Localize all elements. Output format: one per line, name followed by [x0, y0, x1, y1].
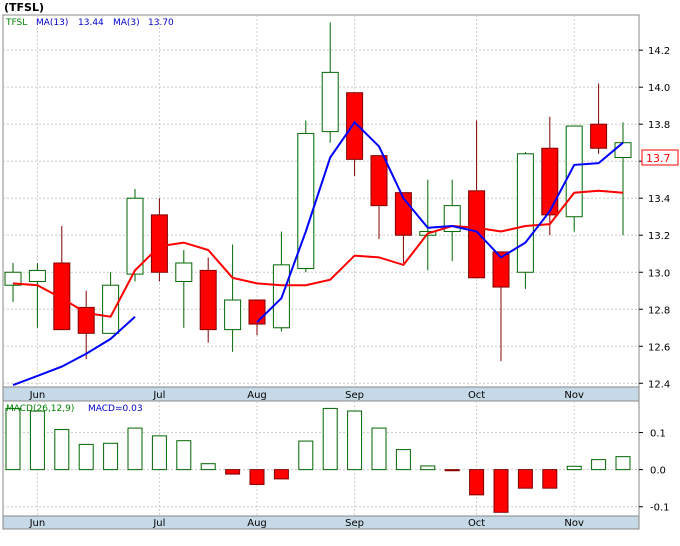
macd-title: MACD(26,12,9): [6, 404, 74, 414]
stock-chart: 12.412.612.813.013.213.413.613.814.014.2…: [0, 0, 680, 546]
macd-y-tick-label: 0.1: [650, 429, 666, 440]
candle-body: [565, 125, 583, 218]
macd-bar: [347, 410, 363, 471]
macd-bar: [420, 465, 436, 471]
macd-x-tick-label: Jul: [152, 518, 165, 529]
candle-body: [321, 71, 339, 133]
macd-bar: [127, 427, 143, 471]
macd-bar: [591, 459, 607, 471]
price-x-tick-label: Nov: [564, 390, 584, 401]
macd-x-tick-label: Oct: [468, 518, 485, 529]
candle-body: [541, 147, 559, 216]
macd-bar: [103, 442, 119, 471]
macd-bar: [249, 469, 265, 485]
price-x-tick-label: Aug: [247, 390, 267, 401]
macd-value-label: MACD=0.03: [88, 404, 143, 414]
legend-ma-long-label: MA(13): [36, 18, 68, 28]
macd-x-tick-label: Aug: [247, 518, 267, 529]
price-y-tick-label: 14.2: [648, 46, 670, 57]
macd-bar: [78, 443, 94, 471]
macd-bar: [615, 456, 631, 471]
macd-y-tick-label: 0.0: [650, 466, 666, 477]
price-y-tick-label: 13.4: [648, 194, 670, 205]
candle-body: [346, 92, 364, 160]
candle-body: [248, 299, 266, 325]
macd-bar: [444, 469, 460, 472]
macd-x-tick-label: Sep: [345, 518, 364, 529]
macd-y-axis: 0.1 0.0 -0.1: [639, 429, 670, 514]
price-y-tick-label: 14.0: [648, 83, 670, 94]
candle-body: [150, 214, 168, 273]
candle-body: [175, 262, 193, 283]
macd-bar: [322, 407, 338, 471]
macd-bar: [395, 449, 411, 471]
price-x-tick-label: Sep: [345, 390, 364, 401]
macd-bar: [273, 469, 289, 480]
macd-x-axis-band: [2, 515, 640, 530]
candle-body: [468, 190, 486, 279]
macd-bar: [542, 469, 558, 489]
macd-bar: [469, 469, 485, 496]
candle-body: [516, 153, 534, 273]
macd-bar: [200, 463, 216, 471]
macd-x-tick-label: Jun: [29, 518, 46, 529]
macd-y-tick-label: -0.1: [650, 503, 670, 514]
price-x-axis-band: [2, 386, 640, 402]
legend-ticker: TFSL: [5, 18, 27, 28]
macd-bar: [176, 440, 192, 471]
legend-ma-short-label: MA(3): [113, 18, 140, 28]
candle-body: [77, 306, 95, 334]
macd-x-tick-label: Nov: [564, 518, 584, 529]
macd-bar: [225, 469, 241, 475]
price-y-tick-label: 12.6: [648, 342, 670, 353]
macd-bar: [517, 469, 533, 489]
price-x-tick-label: Jul: [152, 390, 165, 401]
chart-canvas: 12.412.612.813.013.213.413.613.814.014.2…: [2, 1, 679, 530]
macd-bar: [493, 469, 509, 513]
price-y-tick-label: 12.4: [648, 379, 670, 390]
price-y-tick-label: 13.0: [648, 268, 670, 279]
legend-ma-long-value: 13.44: [78, 18, 104, 28]
candle-body: [28, 269, 46, 283]
macd-bar: [5, 407, 21, 471]
candle-body: [370, 155, 388, 207]
price-y-tick-label: 13.2: [648, 231, 670, 242]
chart-title: (TFSL): [4, 1, 44, 14]
price-y-tick-label: 12.8: [648, 305, 670, 316]
price-x-tick-label: Oct: [468, 390, 485, 401]
candle-body: [199, 269, 217, 331]
macd-bar: [151, 435, 167, 471]
price-y-axis: 12.412.612.813.013.213.413.613.814.014.2: [639, 46, 670, 390]
macd-bar: [566, 465, 582, 471]
price-y-tick-label: 13.8: [648, 120, 670, 131]
candle-body: [102, 284, 120, 334]
price-x-tick-label: Jun: [29, 390, 46, 401]
candle-body: [126, 197, 144, 275]
candle-body: [590, 123, 608, 149]
macd-bar: [298, 440, 314, 471]
macd-bar: [29, 410, 45, 471]
candle-body: [224, 299, 242, 331]
macd-bar: [54, 429, 70, 471]
macd-bar: [371, 427, 387, 471]
macd-panel-frame: [2, 400, 640, 517]
last-price-label: 13.7: [646, 152, 671, 165]
legend-ma-short-value: 13.70: [148, 18, 174, 28]
candle-body: [614, 142, 632, 159]
